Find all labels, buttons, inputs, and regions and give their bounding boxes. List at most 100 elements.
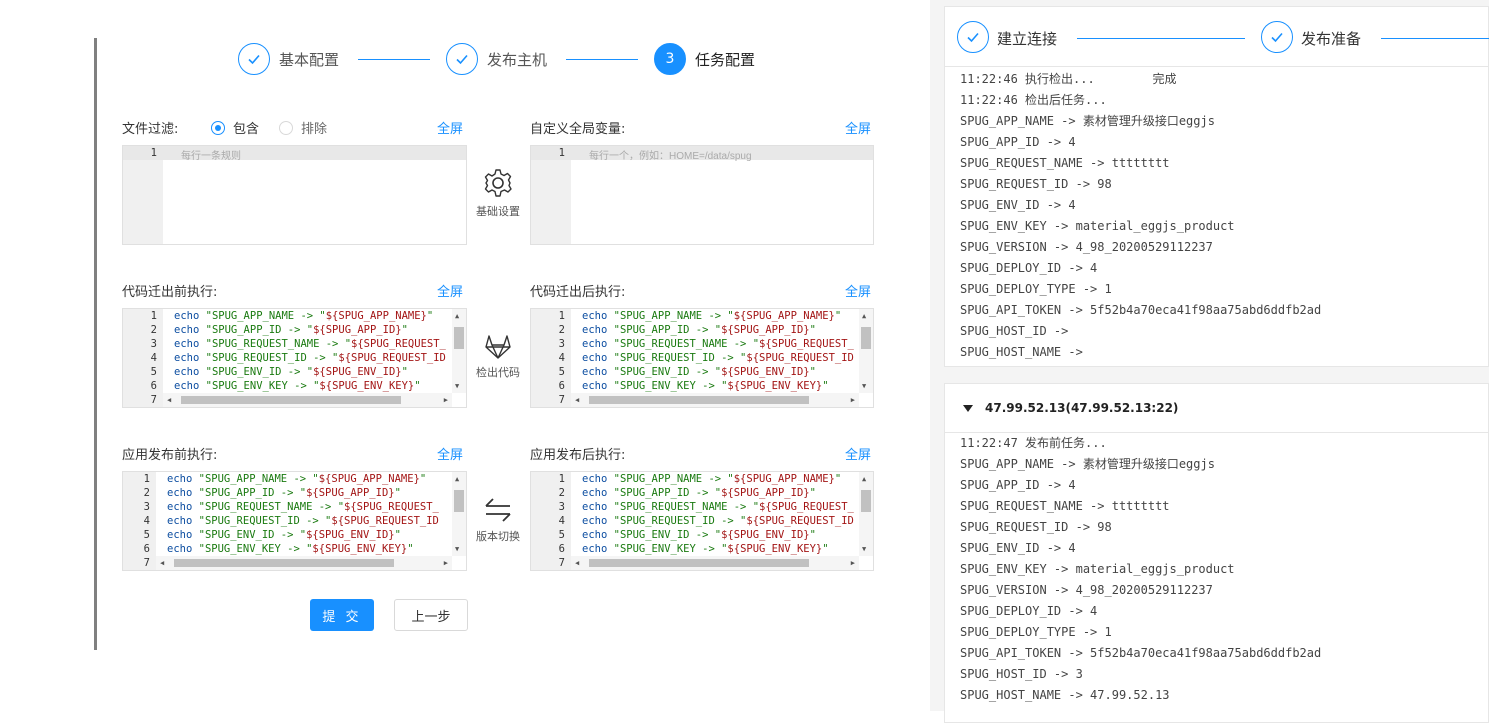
radio-exclude[interactable]: 排除	[279, 118, 327, 137]
code-keyword: echo	[582, 352, 608, 364]
editor-fullscreen-link[interactable]: 全屏	[845, 444, 871, 463]
code-string: "	[834, 310, 842, 322]
scroll-left-icon[interactable]: ◀	[167, 396, 171, 404]
code-string: "SPUG_APP_ID -> "	[198, 487, 307, 499]
code-line: echo "SPUG_ENV_ID -> "${SPUG_ENV_ID}"	[582, 366, 816, 378]
editor-fullscreen-link[interactable]: 全屏	[437, 281, 463, 300]
log-line: SPUG_REQUEST_ID -> 98	[960, 520, 1112, 534]
scroll-up-icon[interactable]: ▲	[455, 475, 459, 483]
scroll-right-icon[interactable]: ▶	[851, 396, 855, 404]
active-line	[123, 146, 466, 160]
code-variable: ${SPUG_ENV_ID}	[313, 366, 402, 378]
submit-button[interactable]: 提 交	[310, 599, 374, 631]
pre-deploy-editor[interactable]: 1 2 3 4 5 6 7 echo "SPUG_APP_NAME -> "${SPUG_AP…	[122, 471, 467, 571]
code-string: "	[809, 487, 816, 499]
vertical-scrollbar[interactable]: ▲ ▼	[452, 472, 466, 556]
scroll-right-icon[interactable]: ▶	[444, 396, 448, 404]
code-line: echo "SPUG_REQUEST_ID -> "${SPUG_REQUEST…	[582, 515, 854, 527]
code-string: "	[834, 473, 842, 485]
horizontal-scrollbar[interactable]: ◀ ▶	[571, 393, 859, 407]
code-line: echo "SPUG_ENV_KEY -> "${SPUG_ENV_KEY}"	[167, 543, 414, 555]
code-variable: ${SPUG_REQUEST_	[759, 501, 854, 513]
code-variable: ${SPUG_ENV_ID}	[721, 529, 810, 541]
code-line: echo "SPUG_APP_NAME -> "${SPUG_APP_NAME}…	[174, 310, 433, 322]
tool-label: 检出代码	[476, 366, 520, 379]
editor-fullscreen-link[interactable]: 全屏	[437, 444, 463, 463]
scroll-down-icon[interactable]: ▼	[862, 545, 866, 553]
vertical-scrollbar[interactable]: ▲ ▼	[859, 472, 873, 556]
code-string: "	[394, 529, 401, 541]
code-line: echo "SPUG_ENV_KEY -> "${SPUG_ENV_KEY}"	[582, 543, 829, 555]
code-keyword: echo	[582, 380, 608, 392]
line-number: 4	[558, 352, 565, 364]
line-number: 1	[558, 473, 565, 485]
code-line: echo "SPUG_APP_NAME -> "${SPUG_APP_NAME}…	[582, 473, 841, 485]
line-number: 6	[143, 543, 150, 555]
deploy-step-label: 发布准备	[1301, 30, 1362, 48]
scroll-right-icon[interactable]: ▶	[851, 559, 855, 567]
tool-checkout-code[interactable]: 检出代码	[468, 332, 528, 380]
vertical-scrollbar[interactable]: ▲ ▼	[859, 309, 873, 393]
code-keyword: echo	[582, 366, 608, 378]
code-string: "SPUG_APP_ID -> "	[613, 487, 722, 499]
code-string: "SPUG_ENV_ID -> "	[198, 529, 307, 541]
host-header[interactable]: 47.99.52.13(47.99.52.13:22)	[945, 384, 1488, 433]
code-line: echo "SPUG_ENV_KEY -> "${SPUG_ENV_KEY}"	[174, 380, 421, 392]
log-line: SPUG_APP_ID -> 4	[960, 478, 1076, 492]
scroll-up-icon[interactable]: ▲	[455, 312, 459, 320]
post-deploy-editor[interactable]: 1 2 3 4 5 6 7 echo "SPUG_APP_NAME -> "${SPUG_AP…	[530, 471, 874, 571]
code-line: echo "SPUG_REQUEST_NAME -> "${SPUG_REQUE…	[167, 501, 439, 513]
horizontal-scrollbar[interactable]: ◀ ▶	[156, 556, 452, 570]
scroll-up-icon[interactable]: ▲	[862, 312, 866, 320]
code-string: "SPUG_ENV_KEY -> "	[198, 543, 313, 555]
prev-step-button[interactable]: 上一步	[394, 599, 468, 631]
line-number: 2	[558, 487, 565, 499]
scroll-up-icon[interactable]: ▲	[862, 475, 866, 483]
global-vars-editor[interactable]: 1 每行一个，例如：HOME=/data/spug	[530, 145, 874, 245]
code-variable: ${SPUG_REQUEST_ID	[746, 352, 854, 364]
horizontal-scrollbar[interactable]: ◀ ▶	[163, 393, 452, 407]
log-line: SPUG_REQUEST_NAME -> tttttttt	[960, 156, 1170, 170]
code-variable: ${SPUG_APP_NAME}	[733, 310, 835, 322]
global-vars-fullscreen-link[interactable]: 全屏	[845, 118, 871, 137]
pre-checkout-editor[interactable]: 1 2 3 4 5 6 7 echo "SPUG_APP_NAME -> "${SPUG_AP…	[122, 308, 467, 408]
file-filter-fullscreen-link[interactable]: 全屏	[437, 118, 463, 137]
deploy-steps: 建立连接 发布准备	[945, 7, 1489, 67]
code-string: "SPUG_ENV_KEY -> "	[613, 543, 728, 555]
code-string: "	[414, 380, 421, 392]
code-string: "SPUG_REQUEST_ID -> "	[205, 352, 339, 364]
horizontal-scrollbar[interactable]: ◀ ▶	[571, 556, 859, 570]
log-line: SPUG_DEPLOY_ID -> 4	[960, 261, 1098, 275]
code-line: echo "SPUG_ENV_KEY -> "${SPUG_ENV_KEY}"	[582, 380, 829, 392]
file-filter-editor[interactable]: 1 每行一条规则	[122, 145, 467, 245]
code-string: "SPUG_REQUEST_NAME -> "	[205, 338, 352, 350]
post-checkout-editor[interactable]: 1 2 3 4 5 6 7 echo "SPUG_APP_NAME -> "${SPUG_AP…	[530, 308, 874, 408]
log-line: SPUG_ENV_KEY -> material_eggjs_product	[960, 219, 1235, 233]
radio-include[interactable]: 包含	[211, 118, 259, 137]
scroll-down-icon[interactable]: ▼	[862, 382, 866, 390]
tool-version-switch[interactable]: 版本切换	[468, 496, 528, 544]
host-log-output: 11:22:47 发布前任务... SPUG_APP_NAME -> 素材管理升级…	[945, 433, 1488, 706]
code-string: "SPUG_REQUEST_NAME -> "	[198, 501, 345, 513]
code-variable: ${SPUG_APP_NAME}	[318, 473, 420, 485]
code-variable: ${SPUG_APP_ID}	[313, 324, 402, 336]
editor-label: 应用发布后执行:	[530, 448, 626, 463]
log-line: SPUG_VERSION -> 4_98_20200529112237	[960, 240, 1213, 254]
log-line: SPUG_DEPLOY_TYPE -> 1	[960, 625, 1112, 639]
scroll-left-icon[interactable]: ◀	[160, 559, 164, 567]
scroll-right-icon[interactable]: ▶	[444, 559, 448, 567]
line-number: 1	[143, 473, 150, 485]
scroll-down-icon[interactable]: ▼	[455, 545, 459, 553]
tool-basic-settings[interactable]: 基础设置	[468, 167, 528, 219]
editor-fullscreen-link[interactable]: 全屏	[845, 281, 871, 300]
code-string: "SPUG_ENV_ID -> "	[613, 529, 722, 541]
line-number: 4	[150, 352, 157, 364]
vertical-scrollbar[interactable]: ▲ ▼	[452, 309, 466, 393]
code-string: "SPUG_APP_NAME -> "	[205, 310, 326, 322]
code-keyword: echo	[167, 515, 193, 527]
log-line: SPUG_API_TOKEN -> 5f52b4a70eca41f98aa75a…	[960, 303, 1322, 317]
scroll-down-icon[interactable]: ▼	[455, 382, 459, 390]
scroll-left-icon[interactable]: ◀	[575, 396, 579, 404]
scroll-left-icon[interactable]: ◀	[575, 559, 579, 567]
code-string: "SPUG_REQUEST_ID -> "	[198, 515, 332, 527]
